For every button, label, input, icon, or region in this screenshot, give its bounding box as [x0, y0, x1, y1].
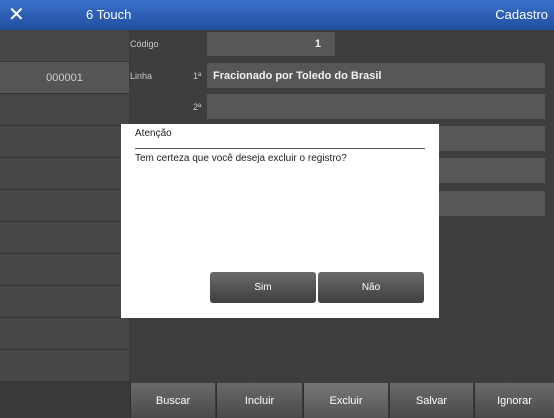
list-item[interactable]: [0, 350, 129, 382]
list-item[interactable]: [0, 190, 129, 222]
dialog-divider: [135, 148, 425, 149]
list-item[interactable]: [0, 126, 129, 158]
list-item[interactable]: [0, 94, 129, 126]
excluir-button[interactable]: Excluir: [303, 383, 388, 418]
list-item[interactable]: [0, 286, 129, 318]
close-icon[interactable]: ✕: [8, 3, 25, 27]
salvar-button[interactable]: Salvar: [389, 383, 473, 418]
confirm-dialog: Atenção Tem certeza que você deseja excl…: [121, 124, 439, 318]
list-item[interactable]: [0, 158, 129, 190]
dialog-title: Atenção: [135, 128, 172, 139]
dialog-message: Tem certeza que você deseja excluir o re…: [135, 153, 347, 164]
linha1-field[interactable]: Fracionado por Toledo do Brasil: [207, 63, 545, 88]
list-item[interactable]: [0, 222, 129, 254]
linha-label: Linha: [130, 71, 153, 81]
linha2-index: 2ª: [193, 102, 202, 112]
sim-button[interactable]: Sim: [210, 272, 316, 303]
buscar-button[interactable]: Buscar: [130, 383, 215, 418]
list-item-selected[interactable]: 000001: [0, 62, 129, 94]
linha1-index: 1ª: [193, 71, 202, 81]
app-title: 6 Touch: [86, 7, 132, 22]
codigo-field[interactable]: 1: [207, 32, 335, 56]
title-bar: ✕ 6 Touch Cadastro: [0, 0, 554, 30]
bottom-toolbar: Buscar Incluir Excluir Salvar Ignorar: [0, 383, 554, 418]
codigo-label: Código: [130, 39, 159, 49]
list-item[interactable]: [0, 318, 129, 350]
list-item[interactable]: [0, 254, 129, 286]
linha2-field[interactable]: [207, 94, 545, 119]
record-list: 000001: [0, 30, 130, 383]
incluir-button[interactable]: Incluir: [216, 383, 302, 418]
nao-button[interactable]: Não: [318, 272, 424, 303]
list-item[interactable]: [0, 30, 129, 62]
ignorar-button[interactable]: Ignorar: [474, 383, 554, 418]
screen-title: Cadastro: [495, 7, 548, 22]
